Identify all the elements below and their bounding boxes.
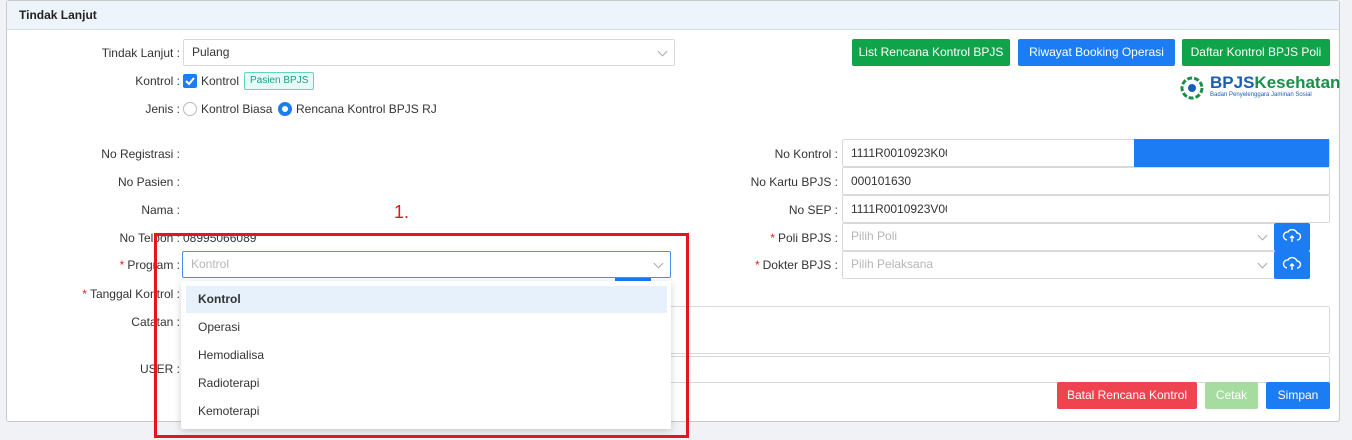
jenis-label: Jenis : <box>145 102 180 116</box>
no-kontrol-value: 1111R0010923K00 <box>851 146 947 160</box>
chevron-down-icon <box>657 46 668 57</box>
no-kartu-bpjs-field[interactable]: 000101630 <box>842 167 1330 195</box>
cetak-button[interactable]: Cetak <box>1205 382 1258 409</box>
radio-kontrol-biasa[interactable] <box>183 102 197 116</box>
riwayat-booking-operasi-button[interactable]: Riwayat Booking Operasi <box>1018 39 1175 66</box>
tindak-lanjut-label: Tindak Lanjut : <box>101 46 180 60</box>
dokter-cloud-button[interactable] <box>1274 251 1310 279</box>
nama-label: Nama : <box>141 203 180 217</box>
batal-rencana-kontrol-button[interactable]: Batal Rencana Kontrol <box>1057 382 1197 409</box>
annotation-number: 1. <box>394 202 410 222</box>
pasien-bpjs-tag: Pasien BPJS <box>244 72 315 90</box>
poli-bpjs-label: * Poli BPJS : <box>770 231 838 245</box>
program-placeholder: Kontrol <box>191 257 230 271</box>
tindak-lanjut-value: Pulang <box>192 45 230 59</box>
check-icon <box>185 77 195 86</box>
no-registrasi-label: No Registrasi : <box>101 147 180 161</box>
dropdown-option-operasi[interactable]: Operasi <box>186 314 667 341</box>
no-pasien-label: No Pasien : <box>117 175 180 189</box>
radio-rencana-kontrol[interactable] <box>278 102 292 116</box>
logo-subtitle: Badan Penyelenggara Jaminan Sosial <box>1210 92 1312 98</box>
bpjs-emblem-icon <box>1180 76 1204 100</box>
catatan-label: Catatan : <box>131 315 180 329</box>
tindak-lanjut-select[interactable]: Pulang <box>183 39 675 66</box>
poli-bpjs-placeholder: Pilih Poli <box>851 229 898 243</box>
user-label: USER : <box>139 362 180 376</box>
dokter-bpjs-label: * Dokter BPJS : <box>754 258 838 272</box>
daftar-kontrol-bpjs-poli-button[interactable]: Daftar Kontrol BPJS Poli <box>1182 39 1330 66</box>
cloud-upload-icon <box>1282 228 1302 242</box>
simpan-button[interactable]: Simpan <box>1266 382 1330 409</box>
no-kartu-bpjs-label: No Kartu BPJS : <box>750 175 838 189</box>
no-sep-field[interactable]: 1111R0010923V00 <box>842 195 1330 223</box>
program-dropdown-menu: Kontrol Operasi Hemodialisa Radioterapi … <box>181 281 671 429</box>
chevron-down-icon <box>1257 258 1268 269</box>
kontrol-label: Kontrol : <box>135 74 180 88</box>
cloud-upload-icon <box>1282 256 1302 270</box>
no-telpon-value: 08995066089 <box>183 231 257 245</box>
panel-title: Tindak Lanjut <box>7 1 1339 30</box>
no-telpon-label: No Telpon : <box>119 231 181 245</box>
radio-rencana-kontrol-label: Rencana Kontrol BPJS RJ <box>296 102 437 116</box>
no-kartu-bpjs-value: 000101630 <box>851 174 912 188</box>
no-sep-value: 1111R0010923V00 <box>851 202 947 216</box>
dropdown-option-kemoterapi[interactable]: Kemoterapi <box>186 398 667 425</box>
dropdown-option-hemodialisa[interactable]: Hemodialisa <box>186 342 667 369</box>
dokter-bpjs-placeholder: Pilih Pelaksana <box>851 257 934 271</box>
no-kontrol-label: No Kontrol : <box>774 147 838 161</box>
logo-brand-suffix: Kesehatan <box>1254 73 1341 92</box>
chevron-down-icon <box>653 258 664 269</box>
no-kontrol-action-button[interactable] <box>1134 139 1329 167</box>
dropdown-option-radioterapi[interactable]: Radioterapi <box>186 370 667 397</box>
no-sep-label: No SEP : <box>788 203 838 217</box>
kontrol-checkbox[interactable] <box>183 74 197 88</box>
dokter-bpjs-select[interactable]: Pilih Pelaksana <box>842 251 1275 279</box>
logo-brand: BPJS <box>1210 73 1255 92</box>
poli-cloud-button[interactable] <box>1274 223 1310 251</box>
program-select[interactable]: Kontrol <box>182 251 671 278</box>
list-rencana-kontrol-button[interactable]: List Rencana Kontrol BPJS <box>852 39 1010 66</box>
chevron-down-icon <box>1257 230 1268 241</box>
kontrol-checkbox-label: Kontrol <box>201 74 240 88</box>
program-label: * Program : <box>119 258 180 272</box>
tanggal-kontrol-label: * Tanggal Kontrol : <box>82 287 180 301</box>
poli-bpjs-select[interactable]: Pilih Poli <box>842 223 1275 251</box>
dropdown-option-kontrol[interactable]: Kontrol <box>186 286 667 313</box>
radio-kontrol-biasa-label: Kontrol Biasa <box>201 102 273 116</box>
